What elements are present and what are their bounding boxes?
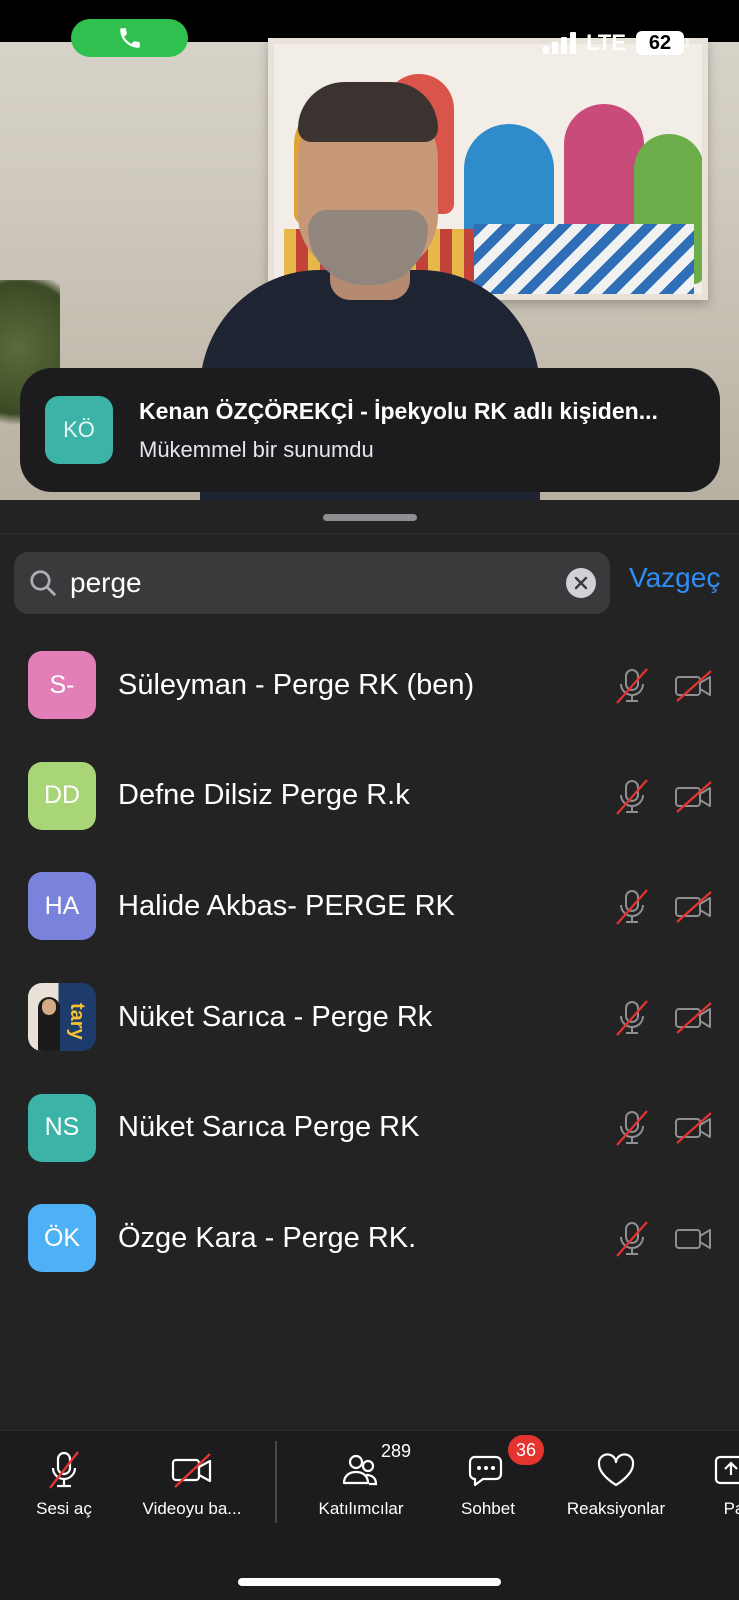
- chat-badge-count: 36: [515, 1439, 537, 1460]
- divider: [0, 533, 739, 534]
- signal-icon: [543, 32, 577, 54]
- chat-icon: [468, 1455, 503, 1487]
- mic-muted-icon[interactable]: [612, 998, 652, 1043]
- participant-row[interactable]: DD Defne Dilsiz Perge R.k: [0, 741, 739, 852]
- participant-avatar: HA: [28, 872, 96, 941]
- battery-level: 62: [648, 31, 672, 54]
- photo-banner-text: tary: [66, 1003, 88, 1040]
- participant-initials: DD: [43, 781, 81, 810]
- participant-row[interactable]: tary Nüket Sarıca - Perge Rk: [0, 962, 739, 1073]
- mic-muted-icon[interactable]: [612, 777, 652, 822]
- unmute-button[interactable]: Sesi aç: [30, 1449, 98, 1519]
- chat-label: Sohbet: [461, 1499, 515, 1518]
- chat-button[interactable]: Sohbet: [456, 1449, 520, 1519]
- active-call-indicator[interactable]: [71, 19, 188, 57]
- network-type: LTE: [586, 30, 626, 55]
- photo-face: [42, 999, 56, 1016]
- participant-avatar: ÖK: [28, 1204, 96, 1273]
- notification-message: Mükemmel bir sunumdu: [139, 436, 374, 462]
- participants-icon: [342, 1454, 378, 1486]
- participant-list: S- Süleyman - Perge RK (ben) DD Defne Di…: [0, 630, 739, 1294]
- chat-notification-banner[interactable]: KÖ Kenan ÖZÇÖREKÇİ - İpekyolu RK adlı ki…: [20, 368, 720, 492]
- more-label: Pa: [723, 1499, 739, 1518]
- mic-muted-icon[interactable]: [612, 1219, 652, 1264]
- home-indicator[interactable]: [238, 1578, 501, 1586]
- video-off-icon[interactable]: [674, 668, 714, 709]
- search-input[interactable]: perge: [70, 567, 566, 599]
- start-video-button[interactable]: Videoyu ba...: [134, 1449, 250, 1519]
- toolbar-divider: [275, 1441, 277, 1523]
- status-indicators: LTE 62: [543, 30, 689, 56]
- search-field[interactable]: perge: [14, 552, 610, 614]
- cancel-search-button[interactable]: Vazgeç: [629, 562, 720, 594]
- mic-muted-icon[interactable]: [612, 666, 652, 711]
- reactions-button[interactable]: Reaksiyonlar: [562, 1449, 670, 1519]
- video-off-icon: [171, 1453, 212, 1488]
- chat-unread-badge: 36: [508, 1435, 544, 1465]
- participant-avatar: NS: [28, 1093, 96, 1162]
- participant-row[interactable]: S- Süleyman - Perge RK (ben): [0, 630, 739, 741]
- video-on-icon[interactable]: [674, 1221, 714, 1262]
- video-off-icon[interactable]: [674, 1000, 714, 1041]
- meeting-toolbar: Sesi aç Videoyu ba... Katılımcılar 289 S…: [0, 1430, 739, 1600]
- participants-sheet: perge Vazgeç S- Süleyman - Perge RK (ben…: [0, 500, 739, 1430]
- clear-search-button[interactable]: [566, 568, 596, 598]
- participant-avatar: S-: [28, 651, 96, 720]
- reactions-label: Reaksiyonlar: [566, 1499, 666, 1518]
- participant-initials: HA: [44, 891, 80, 920]
- video-label: Videoyu ba...: [142, 1499, 242, 1518]
- participant-initials: S-: [49, 670, 75, 699]
- participant-photo: tary: [28, 983, 96, 1052]
- share-icon: [714, 1455, 739, 1485]
- phone-icon: [119, 28, 140, 48]
- video-off-icon[interactable]: [674, 779, 714, 820]
- heart-icon: [597, 1453, 635, 1487]
- mic-muted-icon[interactable]: [612, 1108, 652, 1153]
- video-off-icon[interactable]: [674, 1110, 714, 1151]
- participant-row[interactable]: NS Nüket Sarıca Perge RK: [0, 1072, 739, 1183]
- notification-avatar: KÖ: [45, 396, 113, 464]
- participants-label: Katılımcılar: [318, 1499, 404, 1518]
- sheet-grabber[interactable]: [323, 514, 417, 521]
- participant-initials: NS: [44, 1113, 80, 1142]
- participant-initials: ÖK: [43, 1223, 81, 1252]
- notification-avatar-initials: KÖ: [63, 417, 95, 442]
- mic-muted-icon: [49, 1451, 79, 1489]
- mic-muted-icon[interactable]: [612, 887, 652, 932]
- more-button[interactable]: Pa: [714, 1449, 739, 1519]
- participants-count: 289: [381, 1441, 412, 1461]
- participant-row[interactable]: HA Halide Akbas- PERGE RK: [0, 851, 739, 962]
- participant-row[interactable]: ÖK Özge Kara - Perge RK.: [0, 1183, 739, 1294]
- battery-icon: 62: [636, 31, 689, 55]
- notification-title: Kenan ÖZÇÖREKÇİ - İpekyolu RK adlı kişid…: [139, 397, 658, 424]
- close-icon: [574, 576, 588, 590]
- unmute-label: Sesi aç: [36, 1499, 92, 1518]
- video-off-icon[interactable]: [674, 889, 714, 930]
- participant-avatar: DD: [28, 761, 96, 830]
- search-icon: [30, 570, 56, 596]
